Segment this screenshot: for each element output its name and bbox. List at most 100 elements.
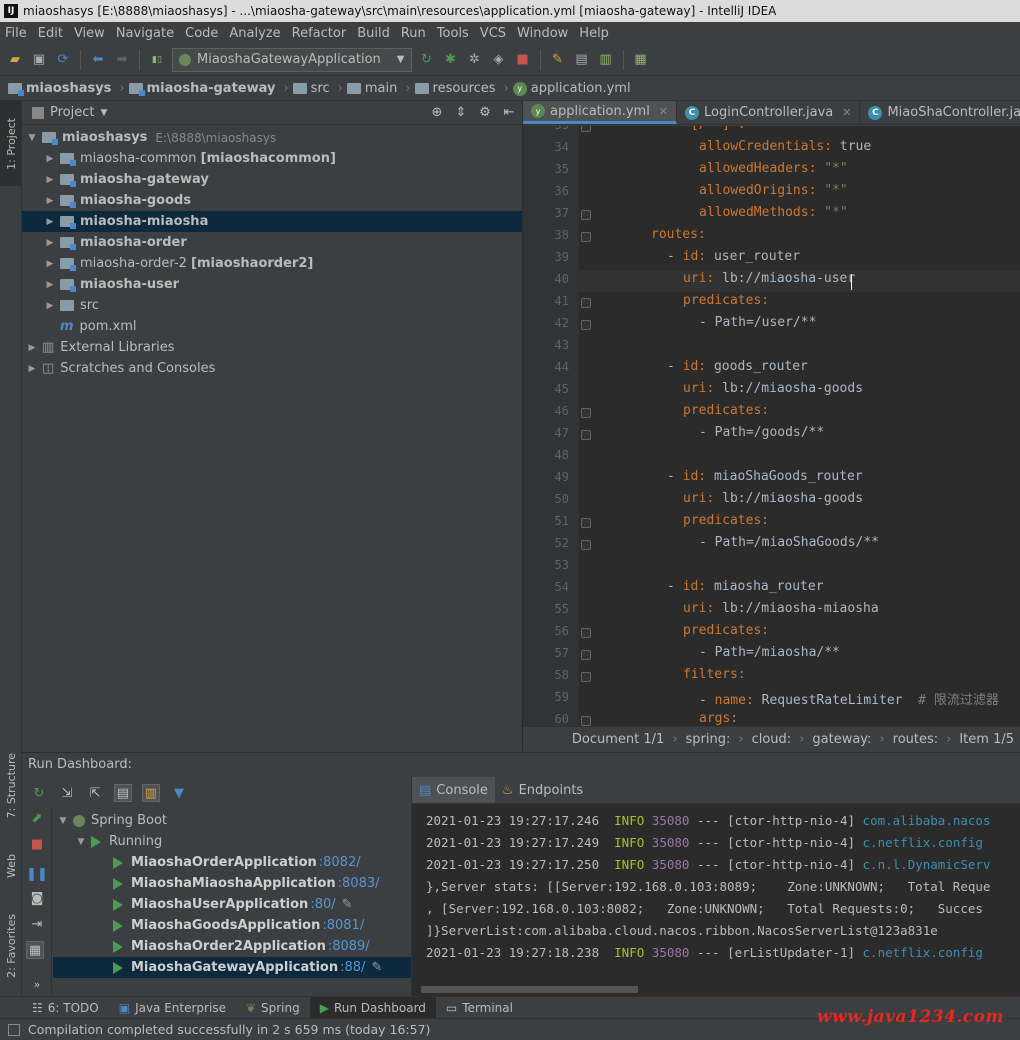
gear-icon[interactable]: ⚙ (476, 104, 494, 122)
fold-marker-icon[interactable] (581, 232, 591, 242)
run-config-selector[interactable]: MiaoshaGatewayApplication ▼ (172, 47, 412, 72)
menu-help[interactable]: Help (574, 26, 615, 41)
web-tool-tab[interactable]: Web (0, 836, 22, 896)
code-line[interactable]: uri: lb://miaosha-goods (683, 491, 863, 506)
group-by-type-icon[interactable]: ▤ (114, 784, 132, 802)
tree-item-miaosha-common[interactable]: ▶ miaosha-common [miaoshacommon] (22, 148, 522, 169)
project-tool-tab[interactable]: 1: Project (0, 101, 22, 186)
menu-tools[interactable]: Tools (432, 26, 475, 41)
menu-edit[interactable]: Edit (33, 26, 69, 41)
tab-todo[interactable]: ☷ 6: TODO (22, 997, 109, 1018)
tree-item-running[interactable]: ▼ Running (53, 831, 411, 852)
tab-login-controller[interactable]: C LoginController.java ✕ (677, 101, 861, 124)
filter-icon[interactable]: ▼ (170, 784, 188, 802)
tab-console[interactable]: ▤ Console (412, 777, 495, 803)
code-line[interactable]: '[/**]': (683, 126, 746, 132)
app-port-link[interactable]: :8082/ (319, 855, 361, 870)
structure-tool-tab[interactable]: 7: Structure (0, 741, 22, 831)
layout-icon[interactable]: ▦ (26, 941, 44, 959)
tree-item-miaosha-goods[interactable]: ▶ miaosha-goods (22, 190, 522, 211)
code-line[interactable]: - id: goods_router (667, 359, 808, 374)
app-port-link[interactable]: :8081/ (322, 918, 364, 933)
code-line[interactable]: filters: (683, 667, 746, 682)
code-line[interactable]: allowCredentials: true (699, 139, 871, 154)
run-app-item[interactable]: MiaoshaOrder2Application:8089/ (53, 936, 411, 957)
fold-marker-icon[interactable] (581, 672, 591, 682)
group-by-config-icon[interactable]: ▥ (142, 784, 160, 802)
menu-window[interactable]: Window (512, 26, 574, 41)
camera-icon[interactable]: ◙ (28, 889, 46, 907)
code-line[interactable]: - id: miaosha_router (667, 579, 824, 594)
code-line[interactable]: uri: lb://miaosha-miaosha (683, 601, 879, 616)
tab-terminal[interactable]: ▭ Terminal (436, 997, 523, 1018)
code-line[interactable]: - Path=/goods/** (699, 425, 824, 440)
code-line[interactable]: - name: RequestRateLimiter # 限流过滤器 (699, 689, 999, 708)
run-app-item[interactable]: MiaoshaUserApplication:80/ ✎ (53, 894, 411, 915)
run-app-item[interactable]: MiaoshaMiaoshaApplication:8083/ (53, 873, 411, 894)
code-line[interactable]: - id: miaoShaGoods_router (667, 469, 863, 484)
tree-item-scratches[interactable]: ▶ ◫ Scratches and Consoles (22, 358, 522, 379)
crumb-item[interactable]: Item 1/5 (959, 732, 1014, 747)
chevron-down-icon[interactable]: ▼ (100, 108, 107, 118)
menu-file[interactable]: File (0, 26, 33, 41)
app-port-link[interactable]: :8083/ (338, 876, 380, 891)
tree-item-root[interactable]: ▼ miaoshasys E:\8888\miaoshasys (22, 127, 522, 148)
crumb-routes[interactable]: routes: (893, 732, 939, 747)
open-folder-icon[interactable]: ▰ (6, 51, 24, 69)
sync-icon[interactable]: ⟳ (54, 51, 72, 69)
code-line[interactable]: allowedOrigins: "*" (699, 183, 848, 198)
expand-all-icon[interactable]: ⇲ (58, 784, 76, 802)
pause-icon[interactable]: ❚❚ (26, 865, 48, 883)
fold-marker-icon[interactable] (581, 210, 591, 220)
tab-application-yml[interactable]: y application.yml ✕ (523, 101, 678, 124)
settings-icon[interactable]: ▤ (573, 51, 591, 69)
app-port-link[interactable]: :8089/ (328, 939, 370, 954)
code-editor[interactable]: 33 34 35 36 37 38 39 40 41 42 43 44 45 46 47 48 49 50 51 52… (523, 126, 1020, 726)
tree-item-src[interactable]: ▶ src (22, 295, 522, 316)
edit-port-icon[interactable]: ✎ (371, 960, 382, 975)
close-icon[interactable]: ✕ (842, 106, 851, 119)
code-line[interactable]: allowedMethods: "*" (699, 205, 848, 220)
tree-item-miaosha-user[interactable]: ▶ miaosha-user (22, 274, 522, 295)
locate-icon[interactable]: ⊕ (428, 104, 446, 122)
rerun-debug-icon[interactable]: ⬈ (28, 809, 46, 827)
fold-marker-icon[interactable] (581, 126, 591, 132)
menu-analyze[interactable]: Analyze (224, 26, 286, 41)
rerun-icon[interactable]: ↻ (30, 784, 48, 802)
tree-item-spring-boot[interactable]: ▼ Spring Boot (53, 810, 411, 831)
close-icon[interactable]: ✕ (659, 105, 668, 118)
code-line[interactable]: allowedHeaders: "*" (699, 161, 848, 176)
favorites-tool-tab[interactable]: 2: Favorites (0, 901, 22, 991)
tab-spring[interactable]: ❦ Spring (236, 997, 310, 1018)
run-app-item[interactable]: MiaoshaGoodsApplication:8081/ (53, 915, 411, 936)
breadcrumb-src[interactable]: src (292, 81, 330, 96)
exit-icon[interactable]: ⇥ (28, 915, 46, 933)
fold-marker-icon[interactable] (581, 298, 591, 308)
project-view-selector[interactable]: Project (50, 105, 94, 120)
code-line[interactable]: predicates: (683, 513, 769, 528)
tab-java-enterprise[interactable]: ▣ Java Enterprise (109, 997, 236, 1018)
crumb-gateway[interactable]: gateway: (812, 732, 871, 747)
fold-marker-icon[interactable] (581, 408, 591, 418)
back-icon[interactable]: ⬅ (89, 51, 107, 69)
fold-marker-icon[interactable] (581, 650, 591, 660)
menu-build[interactable]: Build (352, 26, 396, 41)
tree-item-miaosha-order[interactable]: ▶ miaosha-order (22, 232, 522, 253)
tab-miaosha-controller[interactable]: C MiaoShaController.java ✕ (860, 101, 1020, 124)
breadcrumb-main[interactable]: main (346, 81, 397, 96)
code-line[interactable]: args: (699, 711, 738, 726)
horizontal-scrollbar[interactable] (421, 986, 638, 993)
code-line[interactable]: routes: (651, 227, 706, 242)
run-app-item[interactable]: MiaoshaOrderApplication:8082/ (53, 852, 411, 873)
code-line[interactable]: uri: lb://miaosha-user (683, 271, 855, 286)
menu-run[interactable]: Run (396, 26, 432, 41)
forward-icon[interactable]: ➡ (113, 51, 131, 69)
hide-panel-icon[interactable]: ⇤ (500, 104, 518, 122)
app-port-link[interactable]: :80/ (310, 897, 335, 912)
fold-marker-icon[interactable] (581, 716, 591, 726)
crumb-spring[interactable]: spring: (686, 732, 731, 747)
project-structure-icon[interactable]: ✎ (549, 51, 567, 69)
menu-code[interactable]: Code (180, 26, 224, 41)
collapse-all-icon[interactable]: ⇕ (452, 104, 470, 122)
tree-item-pom[interactable]: m pom.xml (22, 316, 522, 337)
